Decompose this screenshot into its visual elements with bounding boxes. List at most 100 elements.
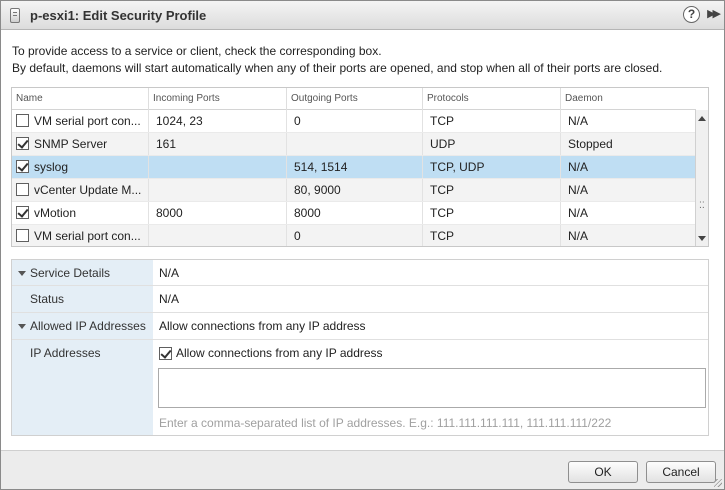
- cell-text: vCenter Update M...: [34, 183, 142, 197]
- cell-incoming-ports: 161: [149, 133, 287, 155]
- cell-text: 0: [294, 229, 301, 243]
- cancel-button[interactable]: Cancel: [646, 461, 716, 483]
- help-icon[interactable]: ?: [683, 6, 700, 23]
- cell-protocols: TCP, UDP: [423, 156, 561, 178]
- cell-text: 1024, 23: [156, 114, 203, 128]
- intro-text: To provide access to a service or client…: [12, 43, 662, 77]
- cell-text: 161: [156, 137, 177, 151]
- dialog-title: p-esxi1: Edit Security Profile: [30, 8, 207, 23]
- column-header-outgoing-ports[interactable]: Outgoing Ports: [287, 88, 423, 110]
- allowed-ip-value: Allow connections from any IP address: [159, 319, 366, 333]
- cell-daemon: N/A: [561, 110, 696, 132]
- ok-button[interactable]: OK: [568, 461, 638, 483]
- cell-name: SNMP Server: [12, 133, 149, 155]
- cell-name: vCenter Update M...: [12, 179, 149, 201]
- cell-text: N/A: [568, 229, 589, 243]
- scroll-grip-icon[interactable]: ⁚⁚: [699, 201, 705, 210]
- cell-text: VM serial port con...: [34, 114, 141, 128]
- cell-text: N/A: [568, 183, 589, 197]
- cell-text: 0: [294, 114, 301, 128]
- cell-outgoing-ports: 0: [287, 110, 423, 132]
- ip-addresses-input[interactable]: [158, 368, 706, 408]
- cell-protocols: TCP: [423, 179, 561, 201]
- cell-text: VM serial port con...: [34, 229, 141, 243]
- service-details-value: N/A: [159, 266, 180, 280]
- cell-text: TCP, UDP: [430, 160, 485, 174]
- cell-text: SNMP Server: [34, 137, 108, 151]
- cell-text: UDP: [430, 137, 456, 151]
- column-header-name[interactable]: Name: [12, 88, 149, 110]
- table-row[interactable]: vCenter Update M... 80, 9000 TCP N/A: [12, 179, 696, 202]
- status-row: Status N/A: [12, 286, 708, 313]
- dialog-footer: OK Cancel: [1, 450, 724, 489]
- cell-incoming-ports: [149, 225, 287, 246]
- cell-incoming-ports: 1024, 23: [149, 110, 287, 132]
- cell-daemon: N/A: [561, 202, 696, 224]
- cell-text: 80, 9000: [294, 183, 341, 197]
- cell-text: TCP: [430, 229, 454, 243]
- cell-incoming-ports: 8000: [149, 202, 287, 224]
- service-enabled-checkbox[interactable]: [16, 229, 29, 242]
- cell-text: vMotion: [34, 206, 77, 220]
- title-bar[interactable]: p-esxi1: Edit Security Profile ? ▶▶: [1, 1, 724, 30]
- table-row[interactable]: SNMP Server 161 UDP Stopped: [12, 133, 696, 156]
- column-header-daemon[interactable]: Daemon: [561, 88, 696, 110]
- cell-outgoing-ports: 8000: [287, 202, 423, 224]
- intro-line-2: By default, daemons will start automatic…: [12, 61, 663, 75]
- cell-text: TCP: [430, 183, 454, 197]
- service-enabled-checkbox[interactable]: [16, 137, 29, 150]
- cell-text: 8000: [294, 206, 321, 220]
- cell-text: syslog: [34, 160, 69, 174]
- table-row[interactable]: vMotion 8000 8000 TCP N/A: [12, 202, 696, 225]
- details-panel: Service Details N/A Status N/A Allowed I…: [11, 259, 709, 436]
- table-row[interactable]: VM serial port con... 1024, 23 0 TCP N/A: [12, 110, 696, 133]
- scroll-up-icon[interactable]: [698, 116, 706, 121]
- cell-text: N/A: [568, 206, 589, 220]
- service-enabled-checkbox[interactable]: [16, 114, 29, 127]
- service-enabled-checkbox[interactable]: [16, 183, 29, 196]
- cell-protocols: TCP: [423, 225, 561, 246]
- intro-line-1: To provide access to a service or client…: [12, 44, 382, 58]
- table-row[interactable]: VM serial port con... 0 TCP N/A: [12, 225, 696, 246]
- cell-outgoing-ports: 514, 1514: [287, 156, 423, 178]
- cell-name: vMotion: [12, 202, 149, 224]
- expand-icon[interactable]: ▶▶: [707, 7, 721, 20]
- collapse-service-details-icon[interactable]: [18, 271, 26, 276]
- status-value: N/A: [159, 292, 180, 306]
- resize-grip-icon[interactable]: [714, 479, 722, 487]
- cell-text: TCP: [430, 206, 454, 220]
- service-enabled-checkbox[interactable]: [16, 206, 29, 219]
- cell-name: VM serial port con...: [12, 110, 149, 132]
- scroll-down-icon[interactable]: [698, 236, 706, 241]
- allow-any-ip-checkbox-box[interactable]: [159, 347, 172, 360]
- cell-daemon: N/A: [561, 156, 696, 178]
- cell-text: TCP: [430, 114, 454, 128]
- cell-outgoing-ports: [287, 133, 423, 155]
- cell-outgoing-ports: 0: [287, 225, 423, 246]
- cell-text: 514, 1514: [294, 160, 348, 174]
- table-row[interactable]: syslog 514, 1514 TCP, UDP N/A: [12, 156, 696, 179]
- service-enabled-checkbox[interactable]: [16, 160, 29, 173]
- cell-incoming-ports: [149, 156, 287, 178]
- services-table: Name Incoming Ports Outgoing Ports Proto…: [11, 87, 709, 247]
- allowed-ip-row: Allowed IP Addresses Allow connections f…: [12, 313, 708, 340]
- allow-any-ip-checkbox-label[interactable]: Allow connections from any IP address: [176, 346, 383, 361]
- cell-incoming-ports: [149, 179, 287, 201]
- cell-text: N/A: [568, 160, 589, 174]
- cell-text: Stopped: [568, 137, 613, 151]
- table-scrollbar[interactable]: ⁚⁚: [695, 110, 708, 246]
- cell-outgoing-ports: 80, 9000: [287, 179, 423, 201]
- cell-name: VM serial port con...: [12, 225, 149, 246]
- cell-daemon: N/A: [561, 225, 696, 246]
- cell-protocols: TCP: [423, 110, 561, 132]
- cell-daemon: N/A: [561, 179, 696, 201]
- ip-addresses-label: IP Addresses: [30, 346, 101, 360]
- service-details-label[interactable]: Service Details: [30, 260, 110, 286]
- cell-text: 8000: [156, 206, 183, 220]
- cell-protocols: TCP: [423, 202, 561, 224]
- allowed-ip-label[interactable]: Allowed IP Addresses: [30, 313, 146, 339]
- column-header-protocols[interactable]: Protocols: [423, 88, 561, 110]
- column-header-incoming-ports[interactable]: Incoming Ports: [149, 88, 287, 110]
- collapse-allowed-ip-icon[interactable]: [18, 324, 26, 329]
- edit-security-profile-dialog: p-esxi1: Edit Security Profile ? ▶▶ To p…: [0, 0, 725, 490]
